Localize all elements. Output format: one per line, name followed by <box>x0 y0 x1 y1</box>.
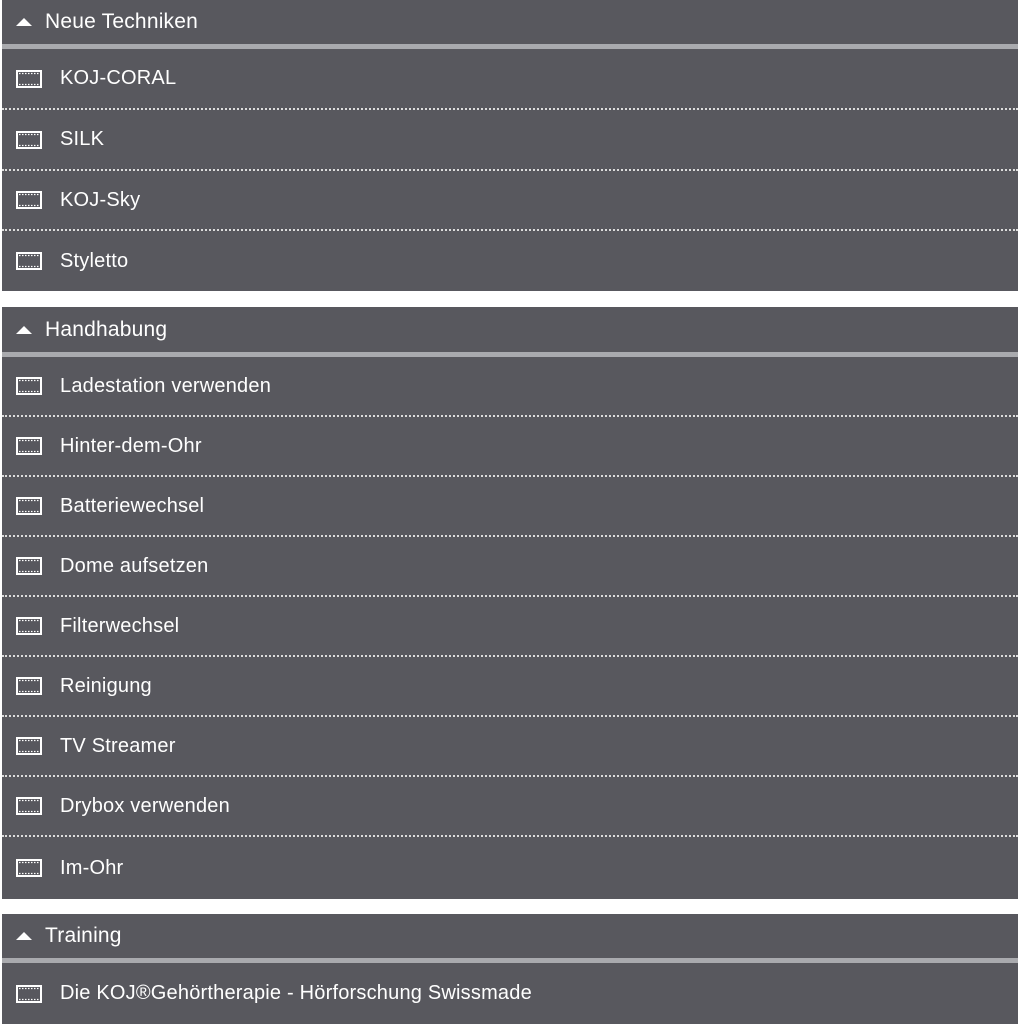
list-item-label: SILK <box>60 128 105 150</box>
list-item-label: Hinter-dem-Ohr <box>60 434 202 457</box>
list-item[interactable]: Reinigung <box>2 657 1018 717</box>
section-header-handhabung[interactable]: Handhabung <box>2 307 1018 357</box>
section-header-training[interactable]: Training <box>2 914 1018 963</box>
list-item-label: Reinigung <box>60 674 152 697</box>
film-icon <box>16 497 42 515</box>
list-item[interactable]: SILK <box>2 110 1018 171</box>
film-icon <box>16 984 42 1003</box>
caret-up-icon <box>16 325 32 334</box>
film-icon <box>16 677 42 695</box>
film-icon <box>16 437 42 455</box>
film-icon <box>16 617 42 635</box>
caret-up-icon <box>16 932 32 940</box>
list-item-label: KOJ-CORAL <box>60 67 177 89</box>
list-item-label: Drybox verwenden <box>60 794 230 817</box>
list-item-label: Batteriewechsel <box>60 494 205 517</box>
list-item[interactable]: KOJ-CORAL <box>2 49 1018 110</box>
list-item[interactable]: TV Streamer <box>2 717 1018 777</box>
list-item[interactable]: Hinter-dem-Ohr <box>2 417 1018 477</box>
caret-up-icon <box>16 18 32 26</box>
list-item[interactable]: Drybox verwenden <box>2 777 1018 837</box>
list-item[interactable]: Ladestation verwenden <box>2 357 1018 417</box>
list-item-label: Filterwechsel <box>60 614 180 637</box>
list-item[interactable]: Dome aufsetzen <box>2 537 1018 597</box>
list-item-label: Ladestation verwenden <box>60 374 272 397</box>
film-icon <box>16 252 42 270</box>
list-item[interactable]: KOJ-Sky <box>2 171 1018 231</box>
section-title: Handhabung <box>45 317 168 341</box>
film-icon <box>16 377 42 395</box>
film-icon <box>16 557 42 575</box>
list-item-label: Dome aufsetzen <box>60 554 209 577</box>
section-training: Training Die KOJ®Gehörtherapie - Hörfors… <box>2 914 1018 1024</box>
film-icon <box>16 797 42 815</box>
list-item-label: KOJ-Sky <box>60 188 141 211</box>
film-icon <box>16 737 42 755</box>
section-title: Neue Techniken <box>45 10 199 33</box>
section-title: Training <box>45 924 122 947</box>
film-icon <box>16 69 42 88</box>
list-item[interactable]: Filterwechsel <box>2 597 1018 657</box>
list-item[interactable]: Styletto <box>2 231 1018 291</box>
film-icon <box>16 859 42 877</box>
list-item-label: Im-Ohr <box>60 856 124 879</box>
list-item[interactable]: Im-Ohr <box>2 837 1018 899</box>
list-item-label: Styletto <box>60 249 129 272</box>
section-handhabung: Handhabung Ladestation verwenden Hinter-… <box>2 307 1018 899</box>
list-item-label: Die KOJ®Gehörtherapie - Hörforschung Swi… <box>60 982 532 1004</box>
list-item-label: TV Streamer <box>60 734 176 757</box>
list-item[interactable]: Batteriewechsel <box>2 477 1018 537</box>
section-header-neue-techniken[interactable]: Neue Techniken <box>2 0 1018 49</box>
section-neue-techniken: Neue Techniken KOJ-CORAL SILK KOJ-Sky St… <box>2 0 1018 291</box>
film-icon <box>16 130 42 149</box>
film-icon <box>16 191 42 209</box>
list-item[interactable]: Die KOJ®Gehörtherapie - Hörforschung Swi… <box>2 963 1018 1024</box>
